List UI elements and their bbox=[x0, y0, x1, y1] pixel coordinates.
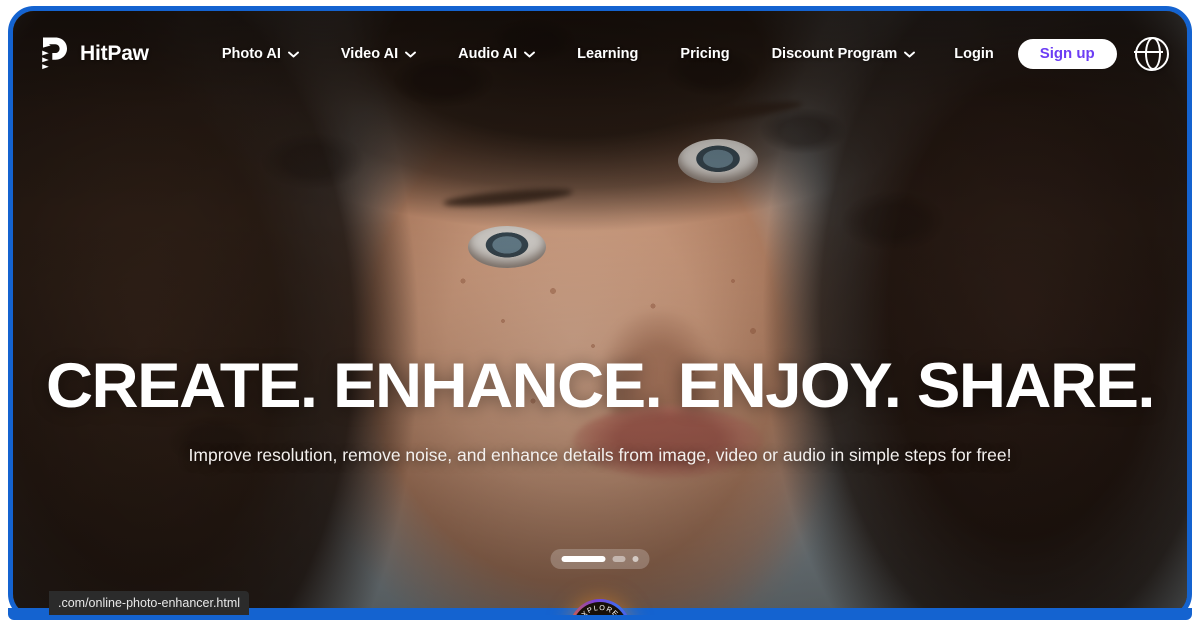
site-header: HitPaw Photo AI Video AI Audio AI Learni… bbox=[13, 11, 1187, 97]
explore-more-ring-text: EXPLORE MORE · EXPLORE MORE · bbox=[572, 602, 628, 615]
brand-logo[interactable]: HitPaw bbox=[39, 36, 149, 72]
browser-capture-frame: HitPaw Photo AI Video AI Audio AI Learni… bbox=[0, 0, 1200, 628]
nav-item-audio-ai[interactable]: Audio AI bbox=[437, 38, 556, 70]
chevron-down-icon bbox=[524, 51, 536, 58]
main-navigation: Photo AI Video AI Audio AI Learning Pric… bbox=[201, 38, 936, 70]
page-viewport: HitPaw Photo AI Video AI Audio AI Learni… bbox=[13, 11, 1187, 615]
nav-item-label: Discount Program bbox=[771, 46, 898, 62]
explore-more-ring-label: EXPLORE MORE · EXPLORE MORE · bbox=[572, 602, 626, 615]
status-bar-url: .com/online-photo-enhancer.html bbox=[49, 591, 250, 615]
highlighted-page-border: HitPaw Photo AI Video AI Audio AI Learni… bbox=[8, 6, 1192, 620]
signup-button[interactable]: Sign up bbox=[1017, 39, 1117, 69]
nav-item-pricing[interactable]: Pricing bbox=[659, 38, 750, 70]
carousel-indicator[interactable] bbox=[550, 549, 650, 569]
chevron-down-icon bbox=[904, 51, 916, 58]
nav-item-photo-ai[interactable]: Photo AI bbox=[201, 38, 320, 70]
nav-item-label: Pricing bbox=[680, 46, 730, 62]
nav-item-discount-program[interactable]: Discount Program bbox=[751, 38, 937, 70]
brand-name: HitPaw bbox=[80, 42, 149, 65]
header-actions: Login Sign up bbox=[936, 36, 1169, 71]
nav-item-label: Video AI bbox=[340, 46, 399, 62]
explore-more-badge-inner: EXPLORE MORE · EXPLORE MORE · bbox=[572, 602, 628, 615]
nav-item-label: Learning bbox=[577, 46, 639, 62]
carousel-slide-2-dot[interactable] bbox=[632, 556, 639, 562]
nav-item-label: Audio AI bbox=[458, 46, 518, 62]
nav-item-learning[interactable]: Learning bbox=[556, 38, 659, 70]
hitpaw-paw-logo-icon bbox=[39, 36, 69, 72]
chevron-down-icon bbox=[287, 51, 299, 58]
svg-text:EXPLORE MORE · EXPLORE MORE ·: EXPLORE MORE · EXPLORE MORE · bbox=[572, 602, 627, 615]
carousel-slide-progress[interactable] bbox=[612, 556, 626, 562]
login-link[interactable]: Login bbox=[936, 38, 1011, 70]
chevron-down-icon bbox=[405, 51, 417, 58]
hero-background-vignette bbox=[13, 11, 1187, 615]
nav-item-label: Photo AI bbox=[221, 46, 281, 62]
explore-more-badge[interactable]: EXPLORE MORE · EXPLORE MORE · bbox=[569, 599, 631, 615]
nav-item-video-ai[interactable]: Video AI bbox=[320, 38, 437, 70]
globe-icon[interactable] bbox=[1134, 36, 1169, 71]
carousel-slide-1-active[interactable] bbox=[561, 556, 606, 562]
